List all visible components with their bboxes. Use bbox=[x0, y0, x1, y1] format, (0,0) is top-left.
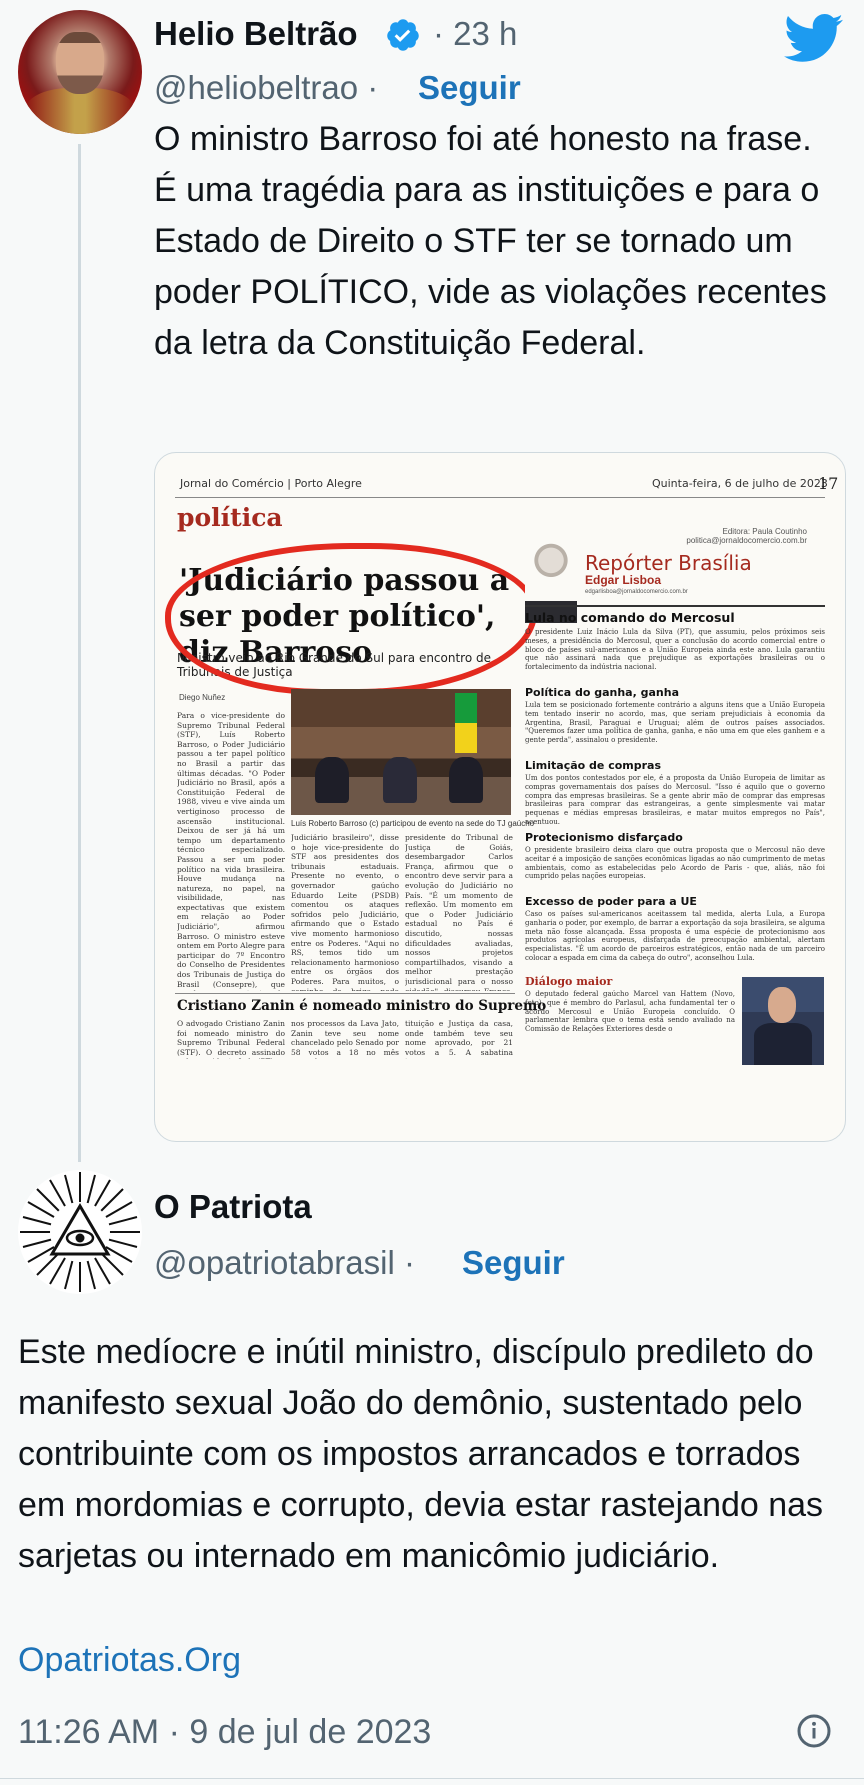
avatar-helio-beltrao[interactable] bbox=[18, 10, 142, 134]
deputy-photo bbox=[742, 977, 824, 1065]
twitter-bird-icon[interactable] bbox=[784, 14, 844, 64]
side-section-text: Lula tem se posicionado fortemente contr… bbox=[525, 701, 825, 745]
time-ago: 23 h bbox=[453, 15, 518, 52]
side-section-text: O presidente brasileiro deixa claro que … bbox=[525, 846, 825, 881]
newspaper-column-3: presidente do Tribunal de Justiça de Goi… bbox=[405, 833, 513, 991]
handle-text: @opatriotabrasil bbox=[154, 1244, 395, 1281]
author-name[interactable]: Helio Beltrão bbox=[154, 14, 358, 54]
newspaper-column-2: Judiciário brasileiro", disse o hoje vic… bbox=[291, 833, 399, 991]
author-handle[interactable]: @opatriotabrasil · bbox=[154, 1243, 415, 1283]
dialogo-text: O deputado federal gaúcho Marcel van Hat… bbox=[525, 990, 735, 1034]
author-handle[interactable]: @heliobeltrao · bbox=[154, 68, 378, 108]
side-section-text: O presidente Luiz Inácio Lula da Silva (… bbox=[525, 628, 825, 672]
newspaper-section-title: política bbox=[177, 503, 283, 532]
separator-dot: · bbox=[403, 1244, 415, 1281]
reporter-divider bbox=[525, 605, 825, 607]
reporter-name: Edgar Lisboa bbox=[585, 573, 662, 587]
side-section-title: Excesso de poder para a UE bbox=[525, 895, 697, 908]
separator-dot: · bbox=[367, 69, 379, 106]
separator-dot: · bbox=[433, 15, 444, 52]
follow-button[interactable]: Seguir bbox=[462, 1243, 565, 1283]
side-section-text: Um dos pontos contestados por ele, é a p… bbox=[525, 774, 825, 826]
side-section-title: Protecionismo disfarçado bbox=[525, 831, 683, 844]
zanin-column-3: tituição e Justiça da casa, onde também … bbox=[405, 1019, 513, 1059]
newspaper-editor: Editora: Paula Coutinho politica@jornald… bbox=[686, 527, 807, 545]
zanin-headline: Cristiano Zanin é nomeado ministro do Su… bbox=[177, 998, 547, 1014]
flag-graphic bbox=[455, 693, 477, 753]
reporter-column-title: Repórter Brasília bbox=[585, 551, 752, 575]
zanin-column-2: nos processos da Lava Jato, Zanin teve s… bbox=[291, 1019, 399, 1059]
handle-text: @heliobeltrao bbox=[154, 69, 359, 106]
side-section-title: Lula no comando do Mercosul bbox=[525, 610, 735, 625]
verified-badge-icon bbox=[387, 19, 419, 51]
author-name[interactable]: O Patriota bbox=[154, 1187, 312, 1227]
zanin-column-1: O advogado Cristiano Zanin foi nomeado m… bbox=[177, 1019, 285, 1059]
tweet-media-image[interactable]: Jornal do Comércio | Porto Alegre Quinta… bbox=[154, 452, 846, 1142]
zanin-divider bbox=[175, 993, 515, 994]
newspaper-header-rule bbox=[175, 497, 825, 498]
newspaper-photo-caption: Luís Roberto Barroso (c) participou de e… bbox=[291, 819, 535, 828]
follow-button[interactable]: Seguir bbox=[418, 68, 521, 108]
tweet-text: O ministro Barroso foi até honesto na fr… bbox=[154, 120, 827, 362]
newspaper-masthead: Jornal do Comércio | Porto Alegre bbox=[180, 477, 362, 490]
side-section-text: Caso os países sul-americanos aceitassem… bbox=[525, 910, 825, 962]
newspaper-column-1: Para o vice-presidente do Supremo Tribun… bbox=[177, 711, 285, 991]
newspaper-photo-event bbox=[291, 689, 511, 815]
newspaper-page-number: 17 bbox=[818, 474, 839, 493]
eye-of-providence-icon bbox=[20, 1172, 140, 1292]
bottom-divider bbox=[0, 1778, 864, 1779]
reporter-email: edgarlisboa@jornaldocomercio.com.br bbox=[585, 589, 688, 595]
newspaper-date: Quinta-feira, 6 de julho de 2023 bbox=[652, 477, 828, 490]
thread-connector-line bbox=[78, 144, 81, 1162]
tweet-link[interactable]: Opatriotas.Org bbox=[18, 1636, 241, 1684]
tweet-timestamp[interactable]: 11:26 AM · 9 de jul de 2023 bbox=[18, 1710, 431, 1754]
side-section-title: Limitação de compras bbox=[525, 759, 661, 772]
tweet-time[interactable]: · 23 h bbox=[433, 14, 517, 54]
avatar-o-patriota[interactable] bbox=[18, 1170, 142, 1294]
red-highlight-circle bbox=[165, 543, 537, 695]
newspaper-author: Diego Nuñez bbox=[179, 693, 226, 702]
side-section-title: Política do ganha, ganha bbox=[525, 686, 679, 699]
info-icon[interactable] bbox=[796, 1713, 832, 1749]
tweet-text: Este medíocre e inútil ministro, discípu… bbox=[18, 1333, 824, 1575]
dialogo-title: Diálogo maior bbox=[525, 975, 613, 988]
